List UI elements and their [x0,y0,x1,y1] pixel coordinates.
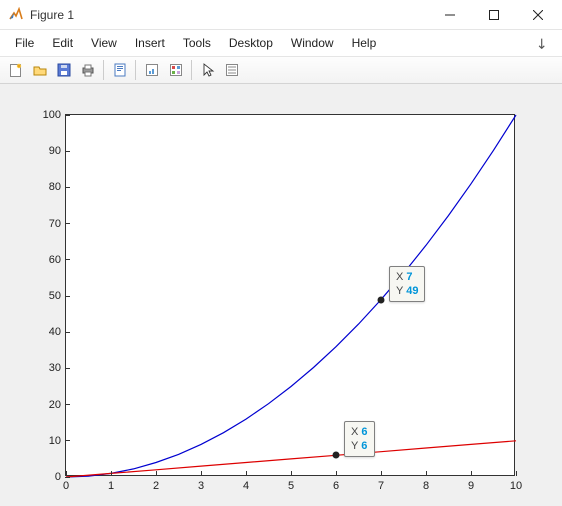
datatip[interactable]: X 6Y 6 [344,421,375,457]
ytick-label: 100 [43,109,61,121]
menu-desktop[interactable]: Desktop [220,32,282,54]
toolbar [0,56,562,84]
open-icon[interactable] [28,59,51,81]
xtick-label: 1 [108,480,114,492]
toolbar-separator [103,60,104,80]
xtick-label: 2 [153,480,159,492]
ytick-label: 50 [49,290,61,302]
menu-window[interactable]: Window [282,32,343,54]
xtick-label: 10 [510,480,522,492]
ytick-label: 30 [49,362,61,374]
matlab-icon [8,7,24,23]
menu-edit[interactable]: Edit [43,32,82,54]
toolbar-separator [191,60,192,80]
ytick-label: 70 [49,218,61,230]
xtick-label: 4 [243,480,249,492]
plot-lines [66,115,516,477]
figure-area: 0 10 20 30 40 50 60 70 80 90 100 0 1 2 3 4 5 6 7 8 9 10 X 7Y 4… [0,84,562,506]
color-legend-icon[interactable] [164,59,187,81]
dock-arrow-icon[interactable]: ↘ [532,33,552,53]
datatip-marker[interactable] [333,452,340,459]
data-cursor-icon[interactable] [140,59,163,81]
datatip-marker[interactable] [378,296,385,303]
print-icon[interactable] [76,59,99,81]
ytick-label: 80 [49,181,61,193]
menu-file[interactable]: File [6,32,43,54]
minimize-button[interactable] [428,1,472,29]
menubar: FileEditViewInsertToolsDesktopWindowHelp… [0,30,562,56]
menu-help[interactable]: Help [343,32,386,54]
axes[interactable]: 0102030405060708090100012345678910X 7Y 4… [65,114,515,476]
ytick-label: 90 [49,145,61,157]
xtick-label: 0 [63,480,69,492]
pointer-icon[interactable] [196,59,219,81]
xtick-label: 3 [198,480,204,492]
datatip[interactable]: X 7Y 49 [389,266,425,302]
page-setup-icon[interactable] [108,59,131,81]
xtick-label: 8 [423,480,429,492]
save-icon[interactable] [52,59,75,81]
window-title: Figure 1 [30,8,428,22]
ytick-label: 60 [49,254,61,266]
new-figure-icon[interactable] [4,59,27,81]
menu-view[interactable]: View [82,32,126,54]
ytick-label: 20 [49,399,61,411]
xtick-label: 5 [288,480,294,492]
menu-insert[interactable]: Insert [126,32,174,54]
titlebar: Figure 1 [0,0,562,30]
series-x^2[interactable] [66,115,516,477]
ytick-label: 40 [49,326,61,338]
xtick-label: 7 [378,480,384,492]
close-button[interactable] [516,1,560,29]
ytick-label: 0 [55,471,61,483]
maximize-button[interactable] [472,1,516,29]
xtick-label: 9 [468,480,474,492]
xtick-label: 6 [333,480,339,492]
toolbar-separator [135,60,136,80]
inspect-icon[interactable] [220,59,243,81]
ytick-label: 10 [49,435,61,447]
menu-tools[interactable]: Tools [174,32,220,54]
